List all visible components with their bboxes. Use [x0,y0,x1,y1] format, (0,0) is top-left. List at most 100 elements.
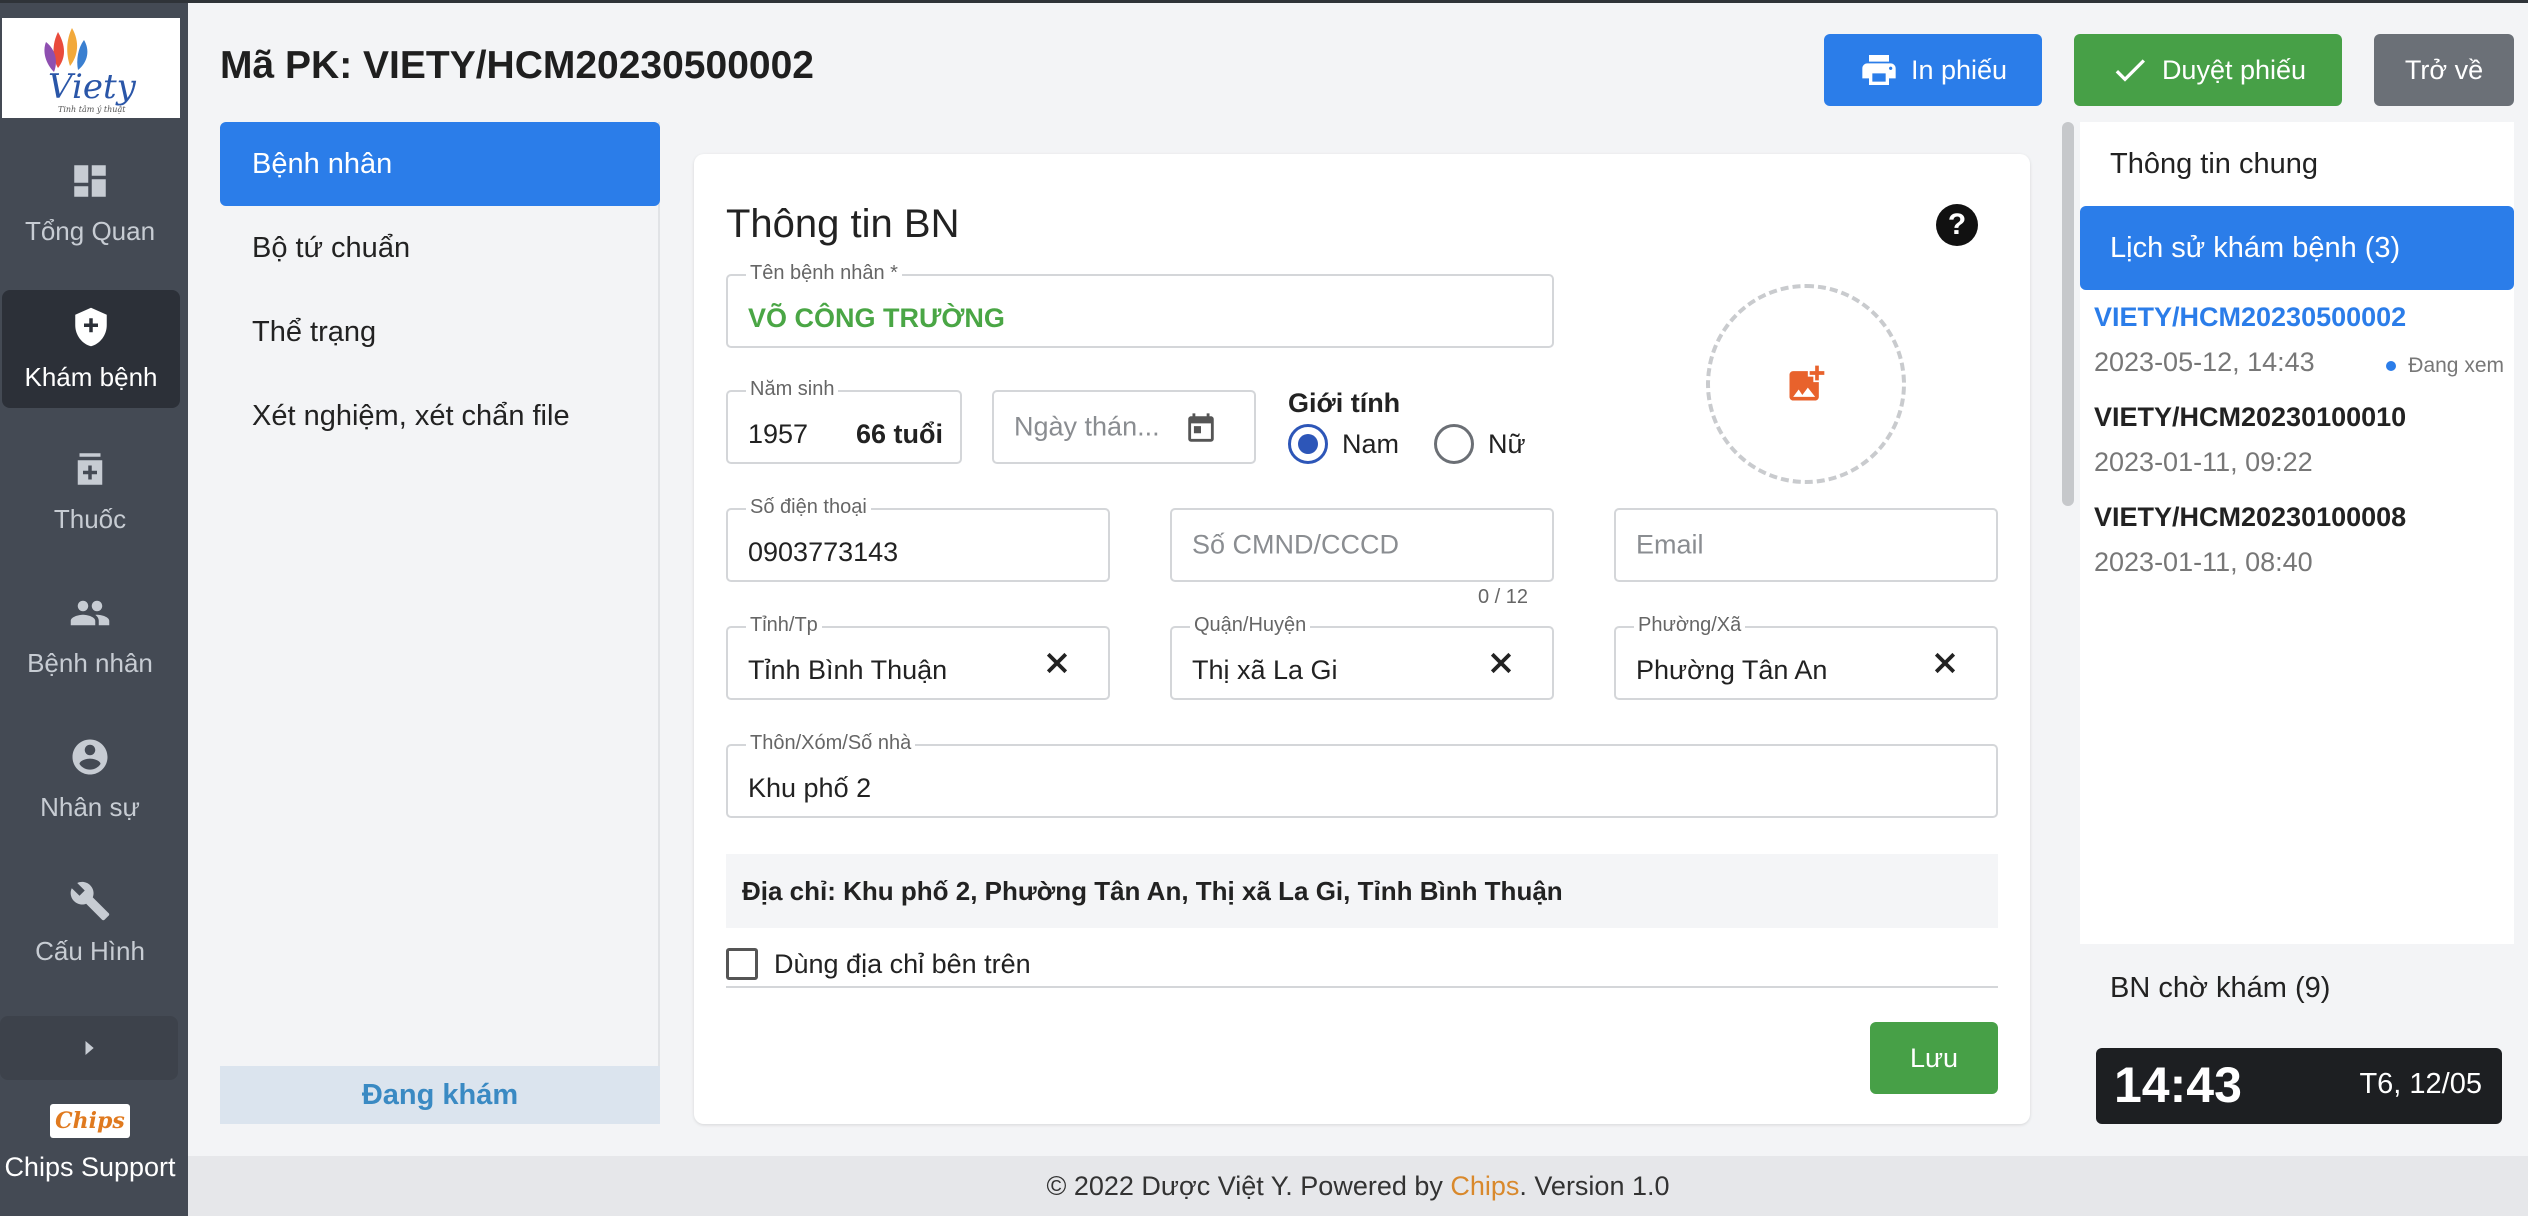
viewing-status: Đang xem [2386,354,2504,378]
email-field[interactable]: Email [1614,508,1998,582]
history-item[interactable]: VIETY/HCM20230500002 2023-05-12, 14:43 Đ… [2094,302,2514,378]
app-logo[interactable]: Viety Tinh tâm ý thuật [2,18,180,118]
province-value: Tỉnh Bình Thuận [748,655,948,685]
birth-year-field[interactable]: Năm sinh 1957 66 tuổi [726,378,962,464]
district-select[interactable]: Quận/Huyện Thị xã La Gi [1170,614,1554,700]
clear-icon[interactable] [1930,648,1960,678]
right-panel: Thông tin chung Lịch sử khám bệnh (3) VI… [2080,122,2514,944]
sidebar-item-tong-quan[interactable]: Tổng Quan [0,144,180,262]
clock-time: 14:43 [2114,1057,2242,1113]
people-icon [70,600,110,625]
clock-widget: 14:43 T6, 12/05 [2096,1048,2502,1124]
radio-selected [1288,424,1328,464]
patient-name-field[interactable]: Tên bệnh nhân * VÕ CÔNG TRƯỜNG [726,262,1554,348]
sidebar-item-cau-hinh[interactable]: Cấu Hình [0,864,180,982]
birth-year-label: Năm sinh [746,378,839,401]
avatar-upload[interactable] [1706,284,1906,484]
tab-xet-nghiem[interactable]: Xét nghiệm, xét chẩn file [220,374,660,458]
sidebar-item-nhan-su[interactable]: Nhân sự [0,720,180,838]
page-title: Mã PK: VIETY/HCM20230500002 [220,44,814,87]
dashboard-icon [74,164,106,197]
sidebar-collapse-toggle[interactable] [0,1016,178,1080]
sidebar-item-kham-benh[interactable]: Khám bệnh [2,290,180,408]
birth-year-value: 1957 [748,419,809,449]
age-value: 66 tuổi [856,419,944,449]
gender-radio-nu[interactable]: Nữ [1434,424,1526,464]
ward-label: Phường/Xã [1634,614,1746,637]
print-button-label: In phiếu [1910,54,2008,85]
gender-label: Giới tính [1288,388,1401,418]
id-card-field[interactable]: Số CMND/CCCD [1170,508,1554,582]
history-code[interactable]: VIETY/HCM20230100008 [2094,502,2514,533]
sidebar-item-thuoc[interactable]: Thuốc [0,432,180,550]
tab-benh-nhan[interactable]: Bệnh nhân [220,122,660,206]
district-label: Quận/Huyện [1190,614,1311,637]
tab-bo-tu-chuan[interactable]: Bộ tứ chuẩn [220,206,660,290]
ward-value: Phường Tân An [1636,655,1828,685]
sidebar-item-label: Tổng Quan [24,215,156,246]
history-time: 2023-01-11, 08:40 [2094,547,2313,577]
radio-unselected [1434,424,1474,464]
approve-button-label: Duyệt phiếu [2161,54,2307,85]
sidebar-item-benh-nhan[interactable]: Bệnh nhân [0,576,180,694]
section-menu: Bệnh nhân Bộ tứ chuẩn Thể trạng Xét nghi… [220,122,660,1124]
footer-brand-link[interactable]: Chips [1450,1171,1519,1202]
top-border [0,0,2528,3]
viewing-status-label: Đang xem [2408,354,2504,377]
waiting-title[interactable]: BN chờ khám (9) [2110,972,2330,1005]
tab-lich-su-kham[interactable]: Lịch sử khám bệnh (3) [2080,206,2514,290]
patient-info-card: Thông tin BN ? Tên bệnh nhân * VÕ CÔNG T… [694,154,2030,1124]
footer-prefix: © 2022 Dược Việt Y. Powered by [1046,1170,1451,1201]
save-button[interactable]: Lưu [1870,1022,1998,1094]
sidebar-item-label: Thuốc [53,503,127,534]
calendar-icon[interactable] [1184,412,1218,446]
district-value: Thị xã La Gi [1192,655,1338,685]
birth-date-field[interactable]: Ngày thán... [992,390,1256,464]
clear-icon[interactable] [1042,648,1072,678]
status-badge: Đang khám [220,1066,660,1124]
history-item[interactable]: VIETY/HCM20230100008 2023-01-11, 08:40 [2094,502,2514,578]
use-address-checkbox[interactable]: Dùng địa chỉ bên trên [726,948,1998,988]
street-label: Thôn/Xóm/Số nhà [746,732,916,755]
footer: © 2022 Dược Việt Y. Powered by Chips . V… [188,1156,2528,1216]
sidebar-item-label: Nhân sự [40,791,140,822]
patient-name-label: Tên bệnh nhân * [746,262,902,285]
tab-thong-tin-chung[interactable]: Thông tin chung [2080,122,2514,206]
use-address-label: Dùng địa chỉ bên trên [774,948,1031,979]
history-time: 2023-01-11, 09:22 [2094,447,2313,477]
wrench-icon [70,881,110,920]
clear-icon[interactable] [1486,648,1516,678]
sidebar-item-label: Khám bệnh [24,361,158,392]
history-code[interactable]: VIETY/HCM20230500002 [2094,302,2514,333]
province-select[interactable]: Tỉnh/Tp Tỉnh Bình Thuận [726,614,1110,700]
history-code[interactable]: VIETY/HCM20230100010 [2094,402,2514,433]
shield-plus-icon [75,307,107,346]
checkbox[interactable] [726,948,758,980]
print-button[interactable]: In phiếu [1824,34,2042,106]
phone-field[interactable]: Số điện thoại 0903773143 [726,496,1110,582]
gender-radio-nam[interactable]: Nam [1288,424,1399,464]
sidebar: Viety Tinh tâm ý thuật Tổng Quan Khám bệ… [0,0,188,1216]
chips-logo: Chips [50,1104,130,1138]
sidebar-item-label: Cấu Hình [35,935,145,966]
help-icon[interactable]: ? [1936,204,1978,246]
scrollbar[interactable] [2062,122,2074,506]
sidebar-item-label: Bệnh nhân [27,647,153,678]
account-circle-icon [72,739,108,774]
add-photo-icon [1789,365,1825,401]
approve-button[interactable]: Duyệt phiếu [2074,34,2342,106]
card-title: Thông tin BN [726,202,960,246]
id-card-placeholder: Số CMND/CCCD [1192,529,1400,560]
clock-date: T6, 12/05 [2359,1068,2482,1100]
phone-label: Số điện thoại [746,496,871,519]
id-card-counter: 0 / 12 [1478,586,1529,608]
street-field[interactable]: Thôn/Xóm/Số nhà Khu phố 2 [726,732,1998,818]
ward-select[interactable]: Phường/Xã Phường Tân An [1614,614,1998,700]
tab-the-trang[interactable]: Thể trạng [220,290,660,374]
gender-option-label: Nữ [1488,428,1526,459]
back-button[interactable]: Trở về [2374,34,2514,106]
history-item[interactable]: VIETY/HCM20230100010 2023-01-11, 09:22 [2094,402,2514,478]
chips-support[interactable]: Chips Chips Support [0,1096,180,1216]
patient-name-value: VÕ CÔNG TRƯỜNG [748,303,1005,333]
caret-right-icon [85,1041,94,1055]
